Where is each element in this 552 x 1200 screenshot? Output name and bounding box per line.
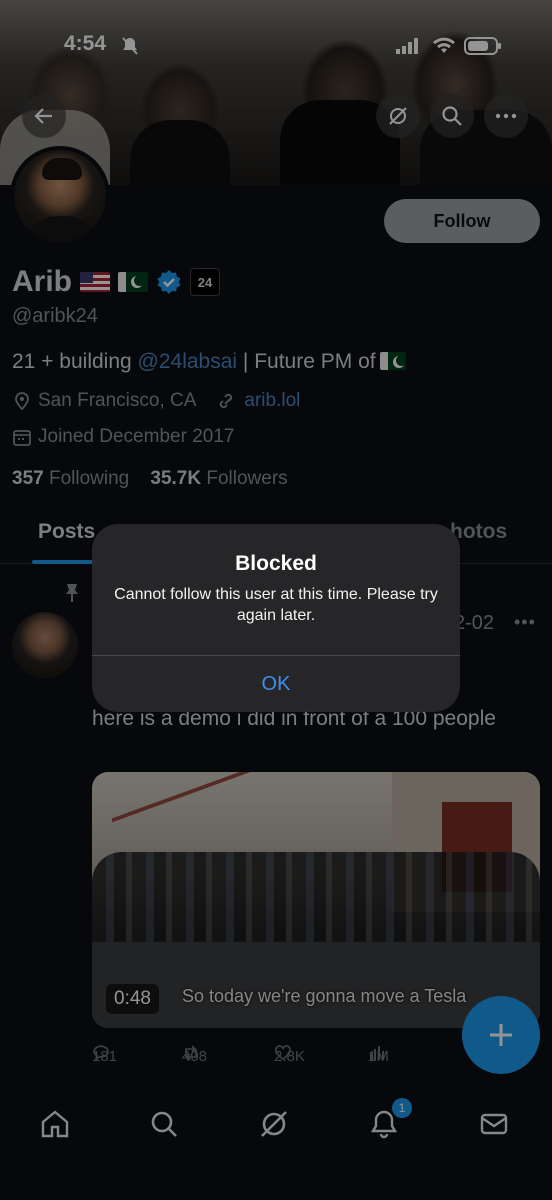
- blocked-alert-dialog: Blocked Cannot follow this user at this …: [92, 524, 460, 712]
- alert-title: Blocked: [235, 552, 317, 575]
- alert-message: Cannot follow this user at this time. Pl…: [114, 586, 438, 624]
- alert-ok-button[interactable]: OK: [92, 656, 460, 712]
